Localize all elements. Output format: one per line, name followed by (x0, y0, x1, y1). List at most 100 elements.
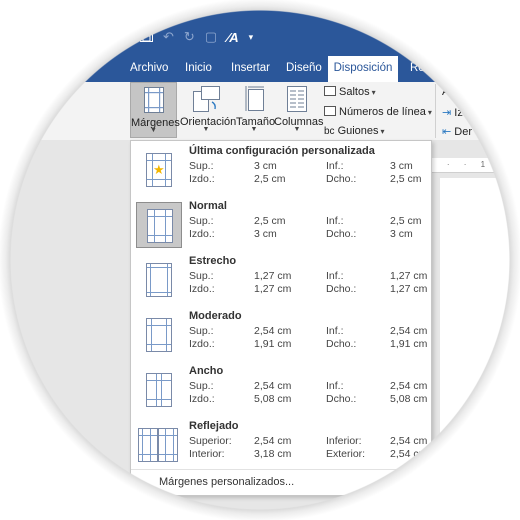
save-icon[interactable] (140, 29, 153, 45)
inside-value: 3,18 cm (254, 448, 292, 460)
bottom-value: 2,54 cm (390, 380, 428, 392)
breaks-label: Saltos (339, 86, 370, 98)
left-label: Izdo.: (189, 393, 215, 405)
chevron-down-icon: ▾ (427, 108, 432, 117)
chevron-down-icon: ▼ (250, 126, 258, 133)
touch-mode-icon[interactable]: ▢ (205, 29, 217, 45)
tab-diseno[interactable]: Diseño (286, 56, 322, 82)
margin-thumbnail (136, 312, 182, 358)
top-label: Sup.: (189, 215, 214, 227)
ribbon: Márgenes ▼ Orientación ▼ Tamaño ▼ Column… (0, 82, 520, 141)
margins-button[interactable]: Márgenes ▼ (130, 82, 180, 138)
line-numbers-label: Números de línea (339, 106, 426, 118)
outside-value: 2,54 cm (390, 448, 428, 460)
line-numbers-button[interactable]: Números de línea ▾ (324, 106, 432, 118)
indent-right[interactable]: ⇤ Der (442, 125, 472, 138)
margin-option-mirrored[interactable]: Reflejado Superior: 2,54 cm Inferior: 2,… (131, 418, 431, 472)
right-label: Dcho.: (326, 228, 357, 240)
option-title: Última configuración personalizada (189, 145, 375, 157)
bottom-value: 2,54 cm (390, 325, 428, 337)
undo-icon[interactable]: ↶ (163, 29, 174, 45)
option-title: Reflejado (189, 420, 239, 432)
margin-option-last-custom[interactable]: ★ Última configuración personalizada Sup… (131, 143, 431, 197)
inside-label: Interior: (189, 448, 225, 460)
bottom-label: Inf.: (326, 270, 344, 282)
customize-qat-icon[interactable]: ▾ (249, 32, 254, 43)
size-icon (245, 86, 264, 111)
tab-disposicion[interactable]: Disposición (328, 56, 398, 82)
top-label: Sup.: (189, 270, 214, 282)
option-title: Estrecho (189, 255, 237, 267)
right-value: 2,5 cm (390, 173, 422, 185)
left-label: Izdo.: (189, 173, 215, 185)
document-page[interactable] (440, 178, 520, 520)
right-label: Dcho.: (326, 173, 357, 185)
chevron-down-icon: ▼ (202, 126, 210, 133)
tab-inicio[interactable]: Inicio (185, 56, 212, 82)
orientation-icon (193, 86, 220, 112)
margin-option-wide[interactable]: Ancho Sup.: 2,54 cm Inf.: 2,54 cm Izdo.:… (131, 363, 431, 417)
custom-margins-button[interactable]: Márgenes personalizados... (159, 476, 294, 488)
bottom-value: 2,54 cm (390, 435, 428, 447)
margin-thumbnail (136, 257, 182, 303)
margin-option-narrow[interactable]: Estrecho Sup.: 1,27 cm Inf.: 1,27 cm Izd… (131, 253, 431, 307)
bottom-value: 3 cm (390, 160, 413, 172)
option-title: Moderado (189, 310, 242, 322)
bottom-value: 1,27 cm (390, 270, 428, 282)
left-label: Izdo.: (189, 283, 215, 295)
columns-button[interactable]: Columnas ▼ (274, 82, 324, 138)
chevron-down-icon: ▾ (380, 127, 385, 136)
option-title: Ancho (189, 365, 224, 377)
bottom-label: Inf.: (326, 325, 344, 337)
bottom-label: Inferior: (326, 435, 362, 447)
orientation-button[interactable]: Orientación ▼ (180, 82, 236, 138)
top-label: Sup.: (189, 325, 214, 337)
option-title: Normal (189, 200, 227, 212)
right-value: 1,91 cm (390, 338, 428, 350)
outside-label: Exterior: (326, 448, 366, 460)
left-value: 3 cm (254, 228, 277, 240)
left-value: 1,27 cm (254, 283, 292, 295)
margin-thumbnail: ★ (136, 147, 182, 193)
bottom-label: Inf.: (326, 380, 344, 392)
bottom-label: Inf.: (326, 215, 344, 227)
right-value: 1,27 cm (390, 283, 428, 295)
indent-right-label: Der (454, 126, 473, 138)
left-value: 5,08 cm (254, 393, 292, 405)
left-value: 2,5 cm (254, 173, 286, 185)
left-value: 1,91 cm (254, 338, 292, 350)
top-value: 3 cm (254, 160, 277, 172)
top-label: Sup.: (189, 160, 214, 172)
hyphenation-button[interactable]: bc Guiones ▾ (324, 125, 385, 137)
margins-icon (144, 87, 164, 113)
quick-access-toolbar: ↶ ↻ ▢ ⁄A ▾ (140, 29, 253, 45)
breaks-button[interactable]: Saltos ▾ (324, 86, 376, 98)
right-value: 5,08 cm (390, 393, 428, 405)
right-label: Dcho.: (326, 283, 357, 295)
bottom-value: 2,5 cm (390, 215, 422, 227)
word-window: ↶ ↻ ▢ ⁄A ▾ Archivo Inicio Insertar Diseñ… (0, 0, 520, 520)
margin-option-moderate[interactable]: Moderado Sup.: 2,54 cm Inf.: 2,54 cm Izd… (131, 308, 431, 362)
margin-thumbnail (136, 202, 182, 248)
right-value: 3 cm (390, 228, 413, 240)
margin-option-normal[interactable]: Normal Sup.: 2,5 cm Inf.: 2,5 cm Izdo.: … (131, 198, 431, 252)
tab-archivo[interactable]: Archivo (130, 56, 168, 82)
top-label: Sup.: (189, 380, 214, 392)
hyphenation-label: Guiones (337, 125, 379, 137)
tab-referencias[interactable]: Ref (410, 56, 428, 82)
indent-left-label: Iz (454, 107, 463, 119)
columns-icon (287, 86, 307, 112)
indent-left-icon: ⇥ (442, 107, 452, 119)
top-value: 2,5 cm (254, 215, 286, 227)
chevron-down-icon: ▼ (293, 126, 301, 133)
redo-icon[interactable]: ↻ (184, 29, 195, 45)
size-button[interactable]: Tamaño ▼ (236, 82, 275, 138)
indent-left[interactable]: ⇥ Iz (442, 106, 463, 119)
top-value: 2,54 cm (254, 325, 292, 337)
star-icon: ★ (153, 162, 165, 177)
draw-icon[interactable]: ⁄A (227, 30, 239, 45)
tab-insertar[interactable]: Insertar (231, 56, 270, 82)
hyphenation-icon: bc (324, 126, 335, 137)
margin-thumbnail (136, 422, 182, 468)
top-value: 2,54 cm (254, 435, 292, 447)
